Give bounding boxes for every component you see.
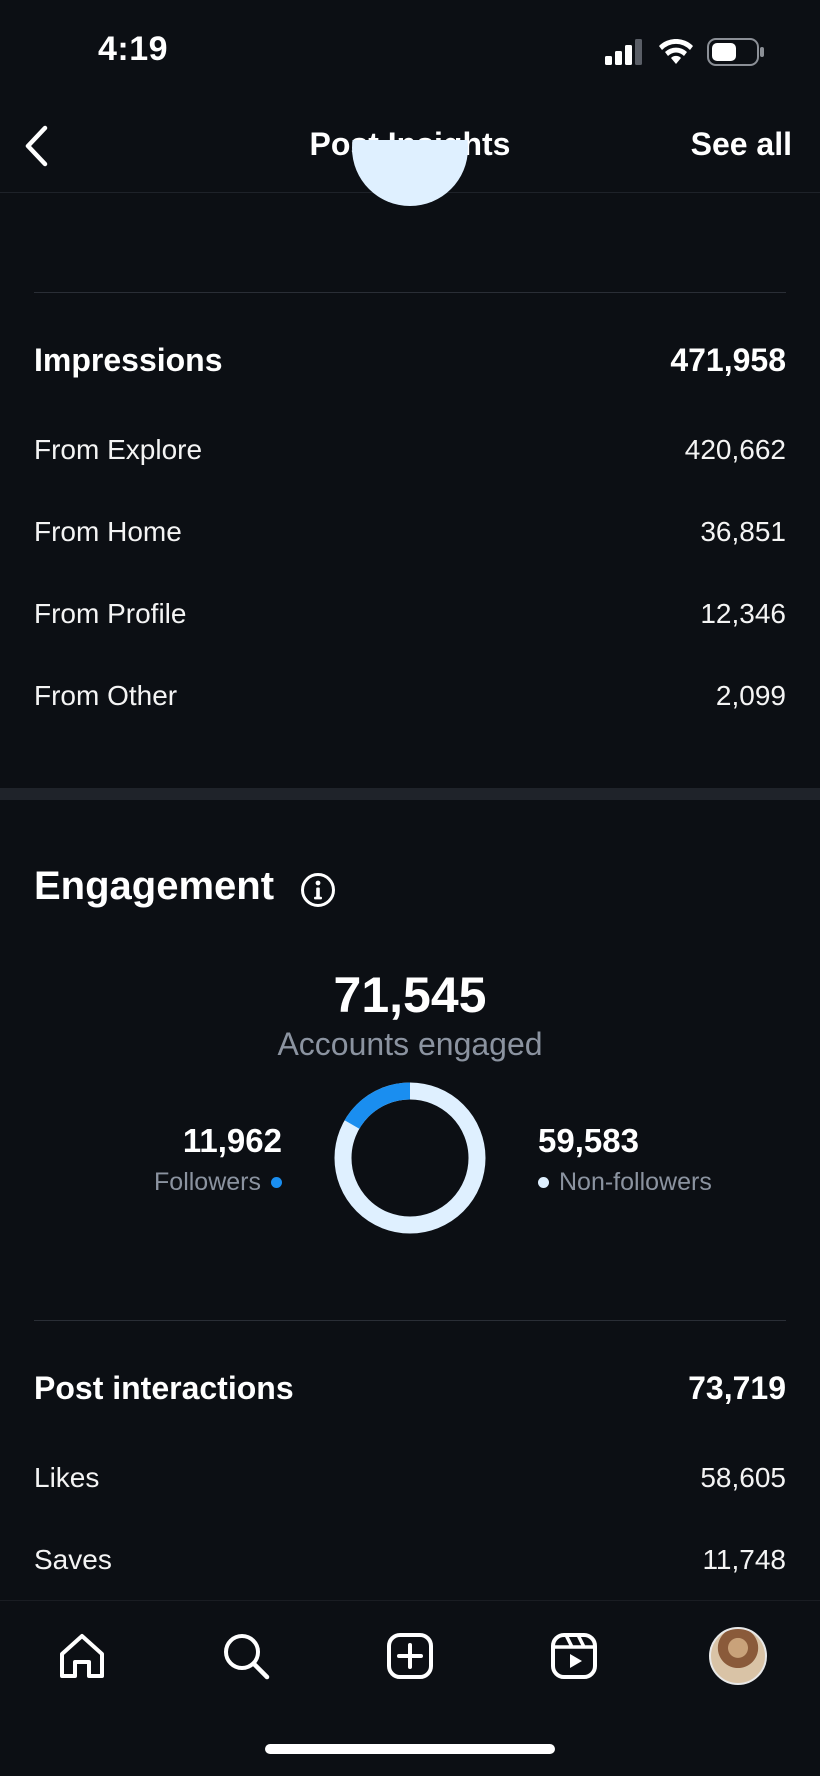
see-all-link[interactable]: See all — [691, 126, 792, 163]
accounts-engaged-value: 71,545 — [333, 967, 487, 1023]
non-followers-value: 59,583 — [538, 1122, 639, 1159]
search-icon — [224, 1634, 270, 1680]
status-icons — [605, 38, 765, 66]
impressions-total: 471,958 — [670, 342, 786, 378]
engagement-donut — [334, 1082, 486, 1234]
divider — [34, 292, 786, 293]
post-interactions-total: 73,719 — [688, 1370, 786, 1406]
interactions-row-label: Likes — [34, 1462, 100, 1493]
non-followers-dot — [538, 1177, 549, 1188]
reels-icon — [551, 1633, 597, 1679]
signal-icon — [605, 39, 642, 65]
non-followers-label: Non-followers — [559, 1168, 712, 1196]
followers-dot — [271, 1177, 282, 1188]
wifi-icon — [659, 39, 693, 64]
tab-profile[interactable] — [708, 1626, 768, 1686]
create-icon — [387, 1633, 433, 1679]
tab-search[interactable] — [216, 1626, 276, 1686]
post-interactions-label: Post interactions — [34, 1370, 294, 1406]
tab-home[interactable] — [52, 1626, 112, 1686]
impressions-row-value: 36,851 — [700, 516, 786, 547]
interactions-row-value: 58,605 — [700, 1462, 786, 1493]
impressions-row-value: 2,099 — [715, 680, 786, 711]
interactions-row-label: Saves — [34, 1544, 112, 1575]
tab-reels[interactable] — [544, 1626, 604, 1686]
chevron-left-icon — [25, 125, 48, 167]
status-time: 4:19 — [98, 30, 169, 68]
tab-create[interactable] — [380, 1626, 440, 1686]
followers-stat: 11,962 Followers — [154, 1122, 282, 1197]
impressions-row-value: 12,346 — [700, 598, 786, 629]
accounts-engaged-label: Accounts engaged — [277, 1026, 543, 1062]
impressions-label: Impressions — [34, 342, 223, 378]
impressions-row-value: 420,662 — [684, 434, 786, 465]
impressions-row-label: From Profile — [34, 598, 187, 629]
interactions-row-value: 11,748 — [702, 1544, 786, 1575]
chart-peek — [352, 140, 468, 206]
followers-label: Followers — [154, 1168, 261, 1196]
divider — [34, 1320, 786, 1321]
home-indicator — [265, 1744, 555, 1754]
impressions-row-label: From Other — [34, 680, 178, 711]
non-followers-legend: Non-followers — [538, 1168, 712, 1197]
home-icon — [60, 1634, 104, 1678]
battery-icon — [707, 38, 764, 66]
non-followers-stat: 59,583 Non-followers — [538, 1122, 712, 1197]
impressions-row-label: From Explore — [34, 434, 203, 465]
impressions-row-label: From Home — [34, 516, 182, 547]
followers-value: 11,962 — [182, 1122, 282, 1159]
section-separator — [0, 788, 820, 800]
profile-avatar — [709, 1627, 767, 1685]
followers-legend: Followers — [154, 1168, 282, 1197]
back-button[interactable] — [14, 120, 58, 172]
engagement-title: Engagement — [34, 864, 275, 908]
info-icon[interactable] — [300, 872, 336, 908]
